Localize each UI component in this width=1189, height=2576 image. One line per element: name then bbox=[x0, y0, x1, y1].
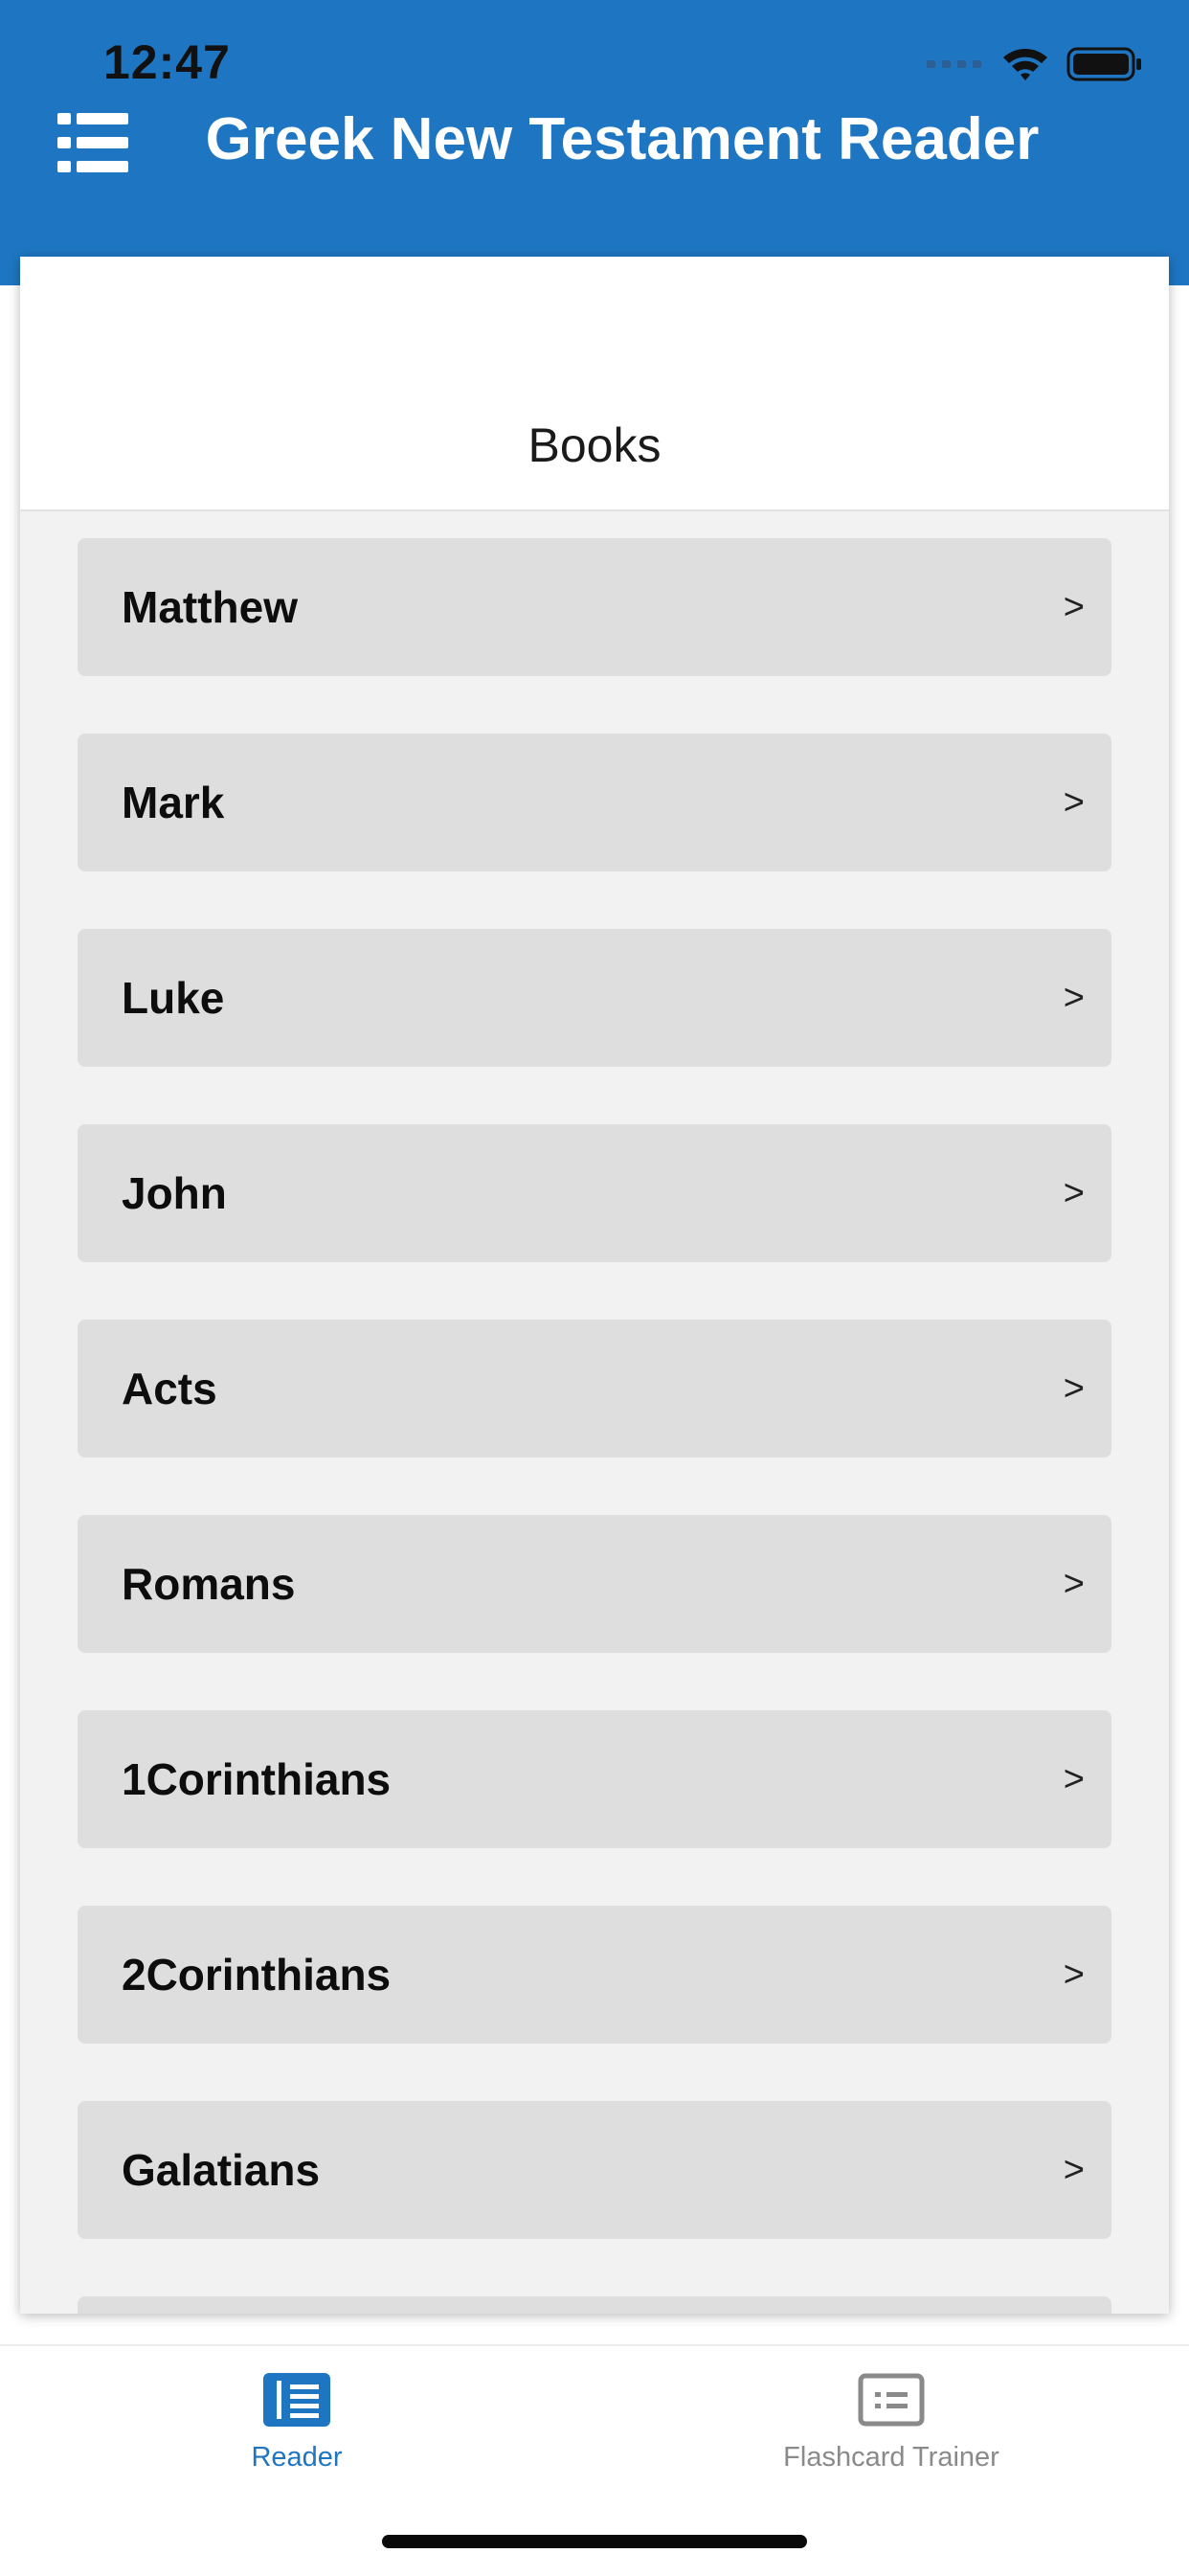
book-label: 1Corinthians bbox=[122, 1754, 392, 1804]
home-indicator[interactable] bbox=[382, 2535, 807, 2548]
header-title: Greek New Testament Reader bbox=[205, 106, 1040, 172]
chevron-right-icon: > bbox=[1063, 1368, 1085, 1409]
card-title: Books bbox=[527, 418, 662, 472]
tab-label: Reader bbox=[251, 2442, 343, 2473]
chevron-right-icon: > bbox=[1063, 1564, 1085, 1604]
book-item-mark[interactable]: Mark > bbox=[78, 734, 1111, 871]
book-label: Galatians bbox=[122, 2145, 321, 2195]
chevron-right-icon: > bbox=[1063, 1173, 1085, 1213]
book-item-partial[interactable] bbox=[78, 2296, 1111, 2314]
status-time: 12:47 bbox=[103, 35, 231, 89]
book-list[interactable]: Matthew > Mark > Luke > John > Acts > Ro… bbox=[78, 538, 1111, 2314]
books-card: Books Matthew > Mark > Luke > John > Act… bbox=[20, 257, 1169, 2314]
book-item-john[interactable]: John > bbox=[78, 1124, 1111, 1262]
tab-flashcard-trainer[interactable]: Flashcard Trainer bbox=[700, 2373, 1083, 2474]
book-item-2corinthians[interactable]: 2Corinthians > bbox=[78, 1906, 1111, 2044]
tab-reader[interactable]: Reader bbox=[105, 2373, 488, 2474]
chevron-right-icon: > bbox=[1063, 2150, 1085, 2190]
book-label: Matthew bbox=[122, 582, 298, 632]
book-item-matthew[interactable]: Matthew > bbox=[78, 538, 1111, 676]
flashcard-icon bbox=[858, 2373, 925, 2427]
app-header: 12:47 Greek New Testament Reader bbox=[0, 0, 1189, 285]
book-label: Romans bbox=[122, 1559, 296, 1609]
book-label: Mark bbox=[122, 778, 225, 827]
status-icons bbox=[927, 40, 1143, 88]
chevron-right-icon: > bbox=[1063, 782, 1085, 823]
chevron-right-icon: > bbox=[1063, 1955, 1085, 1995]
book-item-1corinthians[interactable]: 1Corinthians > bbox=[78, 1710, 1111, 1848]
chevron-right-icon: > bbox=[1063, 1759, 1085, 1799]
book-label: 2Corinthians bbox=[122, 1950, 392, 2000]
tab-label: Flashcard Trainer bbox=[783, 2442, 999, 2473]
book-reader-icon bbox=[263, 2373, 330, 2427]
book-item-luke[interactable]: Luke > bbox=[78, 929, 1111, 1067]
card-header: Books bbox=[20, 257, 1169, 511]
book-item-romans[interactable]: Romans > bbox=[78, 1515, 1111, 1653]
battery-icon bbox=[1066, 47, 1141, 81]
chevron-right-icon: > bbox=[1063, 587, 1085, 627]
book-item-acts[interactable]: Acts > bbox=[78, 1320, 1111, 1457]
book-label: Luke bbox=[122, 973, 225, 1023]
book-label: Acts bbox=[122, 1364, 217, 1413]
signal-icon bbox=[927, 60, 981, 68]
book-label: John bbox=[122, 1168, 227, 1218]
wifi-icon bbox=[1003, 49, 1047, 80]
book-item-galatians[interactable]: Galatians > bbox=[78, 2101, 1111, 2239]
chevron-right-icon: > bbox=[1063, 978, 1085, 1018]
